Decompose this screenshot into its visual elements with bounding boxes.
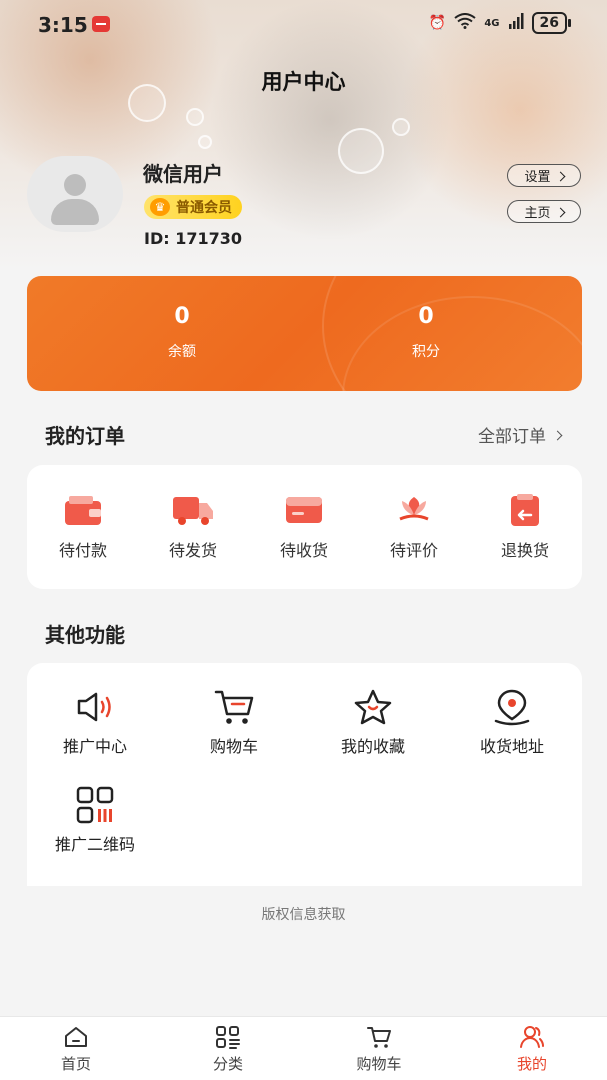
order-pending-review[interactable]: 待评价 bbox=[364, 493, 464, 561]
settings-button-label: 设置 bbox=[524, 170, 551, 185]
megaphone-icon bbox=[77, 692, 111, 722]
function-label: 我的收藏 bbox=[340, 737, 405, 756]
page-title: 用户中心 bbox=[261, 70, 346, 94]
qr-code-icon bbox=[76, 786, 114, 824]
all-orders-link[interactable]: 全部订单 bbox=[478, 422, 563, 447]
wallet-icon bbox=[65, 496, 101, 525]
order-pending-shipment[interactable]: 待发货 bbox=[143, 493, 243, 561]
chevron-right-icon bbox=[552, 430, 563, 440]
order-label: 待付款 bbox=[58, 541, 107, 560]
truck-icon bbox=[173, 497, 213, 525]
copyright-text[interactable]: 版权信息获取 bbox=[0, 904, 607, 924]
all-orders-label: 全部订单 bbox=[478, 427, 546, 447]
bottom-tab-bar: 首页 分类 购物车 我的 bbox=[0, 1016, 607, 1080]
crown-icon: ♛ bbox=[150, 198, 170, 216]
order-pending-receipt[interactable]: 待收货 bbox=[254, 493, 354, 561]
tab-category[interactable]: 分类 bbox=[178, 1025, 278, 1074]
home-button[interactable]: 主页 bbox=[507, 200, 581, 223]
points-value: 0 bbox=[418, 304, 434, 329]
functions-section-title: 其他功能 bbox=[45, 623, 125, 647]
star-icon bbox=[354, 689, 392, 725]
recording-indicator-icon bbox=[92, 16, 110, 32]
order-label: 退换货 bbox=[500, 541, 549, 560]
balance-card: 0 余额 0 积分 bbox=[27, 276, 582, 391]
balance-value: 0 bbox=[174, 304, 190, 329]
order-label: 待发货 bbox=[168, 541, 217, 560]
username: 微信用户 bbox=[143, 162, 223, 186]
order-returns[interactable]: 退换货 bbox=[475, 493, 575, 561]
location-pin-icon bbox=[494, 689, 530, 726]
function-label: 购物车 bbox=[209, 737, 258, 756]
tab-cart[interactable]: 购物车 bbox=[329, 1025, 429, 1074]
wifi-icon bbox=[454, 13, 476, 33]
points-stat[interactable]: 0 积分 bbox=[366, 304, 486, 361]
order-pending-payment[interactable]: 待付款 bbox=[33, 493, 133, 561]
chevron-right-icon bbox=[555, 171, 565, 181]
function-promo-qr[interactable]: 推广二维码 bbox=[35, 785, 155, 855]
orders-card: 待付款 待发货 待收货 待评价 退换货 bbox=[27, 465, 582, 589]
tab-label: 分类 bbox=[212, 1055, 243, 1073]
functions-card: 推广中心 购物车 我的收藏 收货地址 推广二维码 bbox=[27, 663, 582, 886]
function-label: 推广二维码 bbox=[54, 835, 135, 854]
category-icon bbox=[216, 1026, 240, 1049]
home-icon bbox=[65, 1027, 87, 1047]
flower-icon bbox=[399, 497, 429, 521]
function-label: 推广中心 bbox=[62, 737, 127, 756]
chevron-right-icon bbox=[555, 207, 565, 217]
user-id: ID: 171730 bbox=[144, 229, 242, 248]
avatar[interactable] bbox=[27, 156, 123, 232]
user-icon bbox=[520, 1026, 544, 1048]
order-label: 待收货 bbox=[279, 541, 328, 560]
status-time: 3:15 bbox=[38, 13, 88, 37]
function-label: 收货地址 bbox=[479, 737, 544, 756]
cart-icon bbox=[214, 690, 254, 724]
signal-icon bbox=[508, 13, 524, 33]
network-type: 4G bbox=[484, 17, 500, 29]
balance-label: 余额 bbox=[168, 344, 196, 360]
tab-label: 首页 bbox=[60, 1055, 91, 1073]
function-cart[interactable]: 购物车 bbox=[174, 687, 294, 757]
balance-stat[interactable]: 0 余额 bbox=[122, 304, 242, 361]
return-icon bbox=[511, 494, 539, 526]
status-bar: 3:15 ⏰ 4G 26 bbox=[0, 0, 607, 50]
tab-label: 购物车 bbox=[356, 1055, 402, 1073]
tab-mine[interactable]: 我的 bbox=[482, 1025, 582, 1074]
alarm-icon: ⏰ bbox=[428, 15, 447, 31]
package-icon bbox=[286, 497, 322, 523]
function-promotion-center[interactable]: 推广中心 bbox=[35, 687, 155, 757]
member-level: 普通会员 bbox=[176, 200, 232, 216]
home-button-label: 主页 bbox=[524, 206, 551, 221]
function-favorites[interactable]: 我的收藏 bbox=[313, 687, 433, 757]
tab-home[interactable]: 首页 bbox=[26, 1025, 126, 1074]
member-badge: ♛ 普通会员 bbox=[144, 195, 242, 219]
order-label: 待评价 bbox=[389, 541, 438, 560]
points-label: 积分 bbox=[412, 344, 440, 360]
tab-label: 我的 bbox=[516, 1055, 547, 1073]
function-address[interactable]: 收货地址 bbox=[452, 687, 572, 757]
orders-section-title: 我的订单 bbox=[45, 424, 125, 448]
cart-icon bbox=[367, 1027, 391, 1048]
settings-button[interactable]: 设置 bbox=[507, 164, 581, 187]
battery-indicator: 26 bbox=[531, 12, 572, 34]
